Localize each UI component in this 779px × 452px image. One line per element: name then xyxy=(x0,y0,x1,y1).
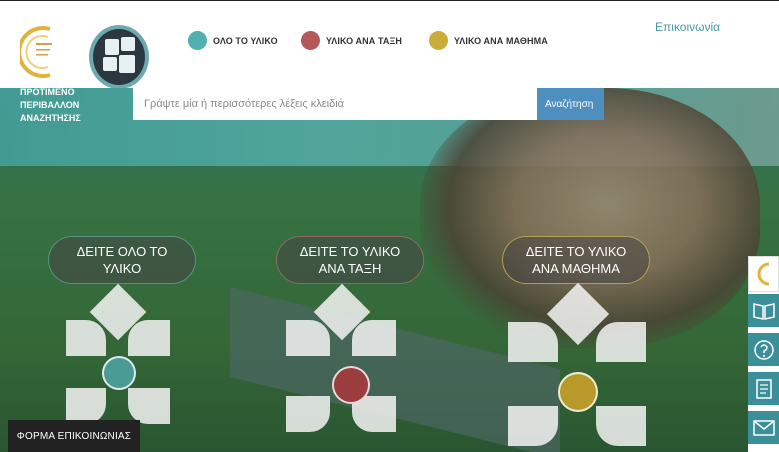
card-all-material-circle xyxy=(102,356,136,390)
mail-icon[interactable] xyxy=(748,411,779,447)
nav-label: ΥΛΙΚΟ ΑΝΑ ΤΑΞΗ xyxy=(326,35,402,46)
site-header: ΟΛΟ ΤΟ ΥΛΙΚΟ ΥΛΙΚΟ ΑΝΑ ΤΑΞΗ ΥΛΙΚΟ ΑΝΑ ΜΑ… xyxy=(0,0,779,89)
question-icon[interactable] xyxy=(748,333,779,369)
document-icon[interactable] xyxy=(748,372,779,408)
nav-label: ΥΛΙΚΟ ΑΝΑ ΜΑΘΗΜΑ xyxy=(454,35,548,46)
nav-label: ΟΛΟ ΤΟ ΥΛΙΚΟ xyxy=(213,35,278,46)
search-input[interactable] xyxy=(133,88,537,120)
dot-icon xyxy=(301,31,320,50)
nav-all-material[interactable]: ΟΛΟ ΤΟ ΥΛΙΚΟ xyxy=(188,31,278,50)
dot-icon xyxy=(429,31,448,50)
card-all-material-button[interactable]: ΔΕΙΤΕ ΟΛΟ ΤΟ ΥΛΙΚΟ xyxy=(48,236,196,284)
site-logo[interactable] xyxy=(20,23,64,81)
side-toolbar xyxy=(748,256,779,452)
card-by-class-circle xyxy=(332,366,370,404)
card-by-subject-button[interactable]: ΔΕΙΤΕ ΤΟ ΥΛΙΚΟ ΑΝΑ ΜΑΘΗΜΑ xyxy=(502,236,650,284)
platform-badge[interactable] xyxy=(89,25,149,89)
contact-link[interactable]: Επικοινωνία xyxy=(655,20,720,34)
contact-form-button[interactable]: ΦΟΡΜΑ ΕΠΙΚΟΙΝΩΝΙΑΣ xyxy=(8,420,140,452)
dot-icon xyxy=(188,31,207,50)
card-by-subject-ornament[interactable] xyxy=(508,282,648,452)
card-by-class-ornament[interactable] xyxy=(286,283,398,452)
puzzle-icon xyxy=(103,37,135,73)
card-by-subject-circle xyxy=(558,372,598,412)
logo-icon[interactable] xyxy=(748,256,779,292)
nav-by-class[interactable]: ΥΛΙΚΟ ΑΝΑ ΤΑΞΗ xyxy=(301,31,402,50)
search-button[interactable]: Αναζήτηση xyxy=(537,88,604,120)
search-label: ΠΡΟΤΙΜΕΝΟ ΠΕΡΙΒΑΛΛΟΝ ΑΝΑΖΗΤΗΣΗΣ xyxy=(20,87,81,123)
card-by-class-button[interactable]: ΔΕΙΤΕ ΤΟ ΥΛΙΚΟ ΑΝΑ ΤΑΞΗ xyxy=(276,236,424,284)
book-icon[interactable] xyxy=(748,294,779,330)
nav-by-subject[interactable]: ΥΛΙΚΟ ΑΝΑ ΜΑΘΗΜΑ xyxy=(429,31,548,50)
